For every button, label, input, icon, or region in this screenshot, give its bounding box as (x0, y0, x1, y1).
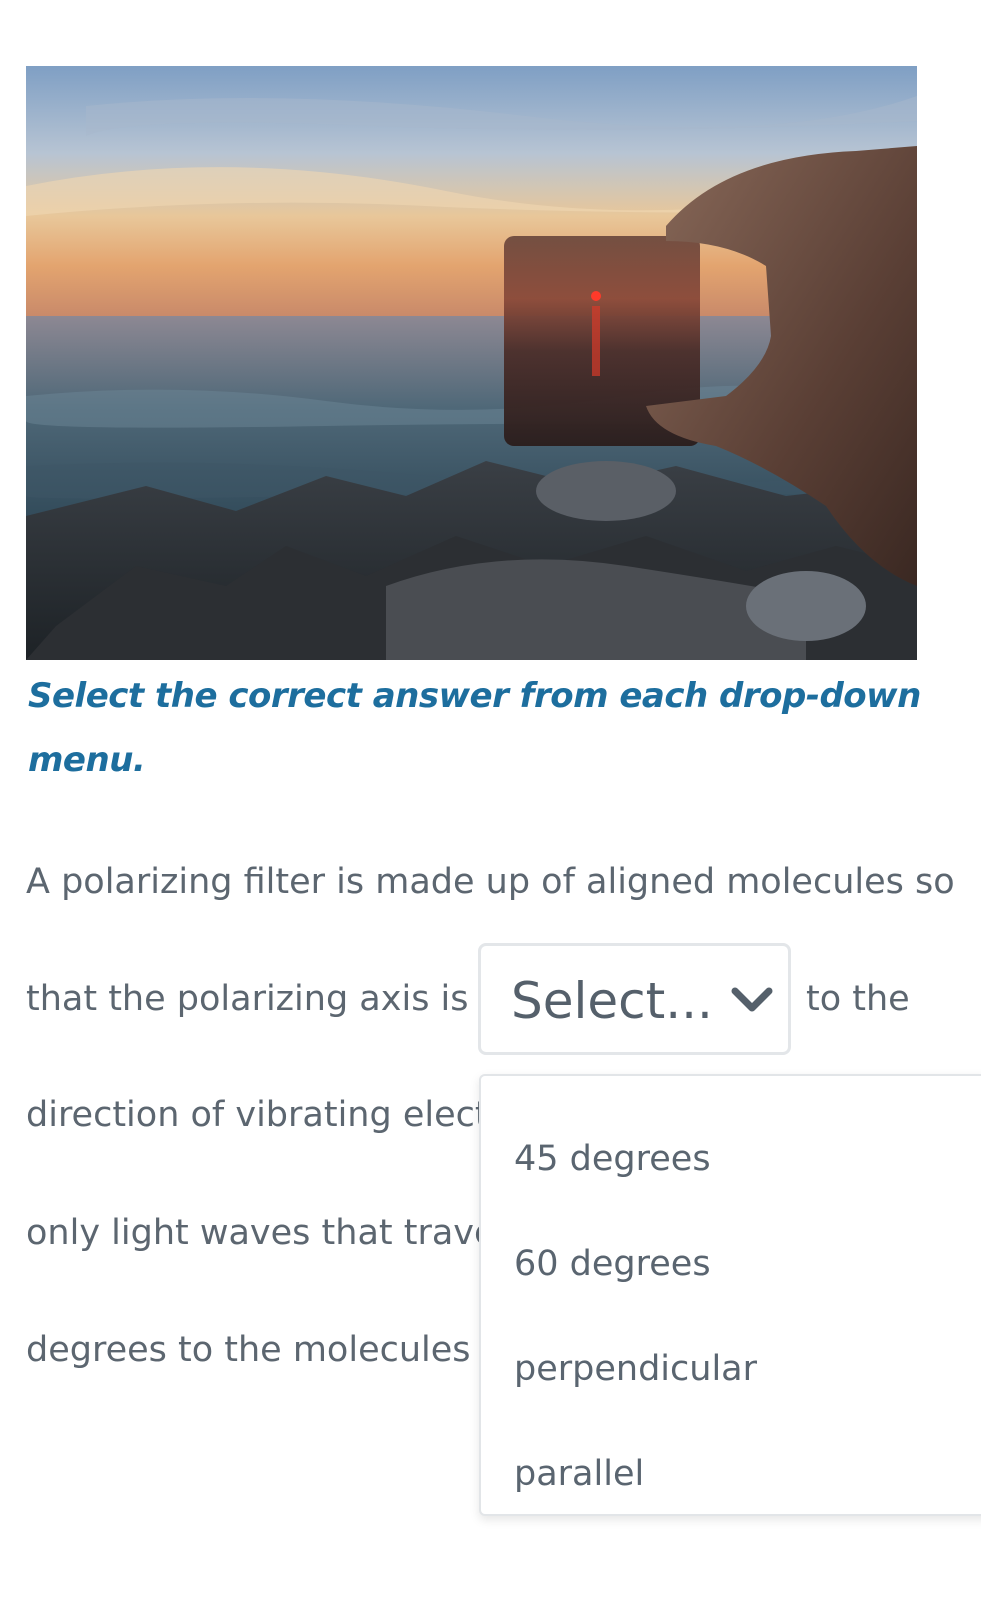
instruction-text: Select the correct answer from each drop… (28, 676, 921, 780)
chevron-down-icon (731, 987, 773, 1012)
passage-line-2-before: that the polarizing axis is (26, 979, 469, 1019)
select-value: Select... (511, 972, 713, 1030)
polarizing-filter-photo (26, 66, 917, 660)
dropdown-option-perpendicular[interactable]: perpendicular (514, 1347, 757, 1391)
passage-line-1: A polarizing filter is made up of aligne… (26, 862, 955, 902)
passage-line-5: degrees to the molecules a (26, 1330, 504, 1370)
dropdown-option-parallel[interactable]: parallel (514, 1452, 644, 1496)
passage-line-4: only light waves that trave (26, 1213, 496, 1253)
dropdown-option-60-degrees[interactable]: 60 degrees (514, 1242, 711, 1286)
passage-line-2-after: to the (806, 979, 910, 1019)
passage-line-3: direction of vibrating elect (26, 1095, 489, 1135)
dropdown-option-45-degrees[interactable]: 45 degrees (514, 1137, 711, 1181)
answer-dropdown-select[interactable]: Select... (478, 943, 791, 1055)
dropdown-menu: 45 degrees 60 degrees perpendicular para… (479, 1074, 981, 1516)
